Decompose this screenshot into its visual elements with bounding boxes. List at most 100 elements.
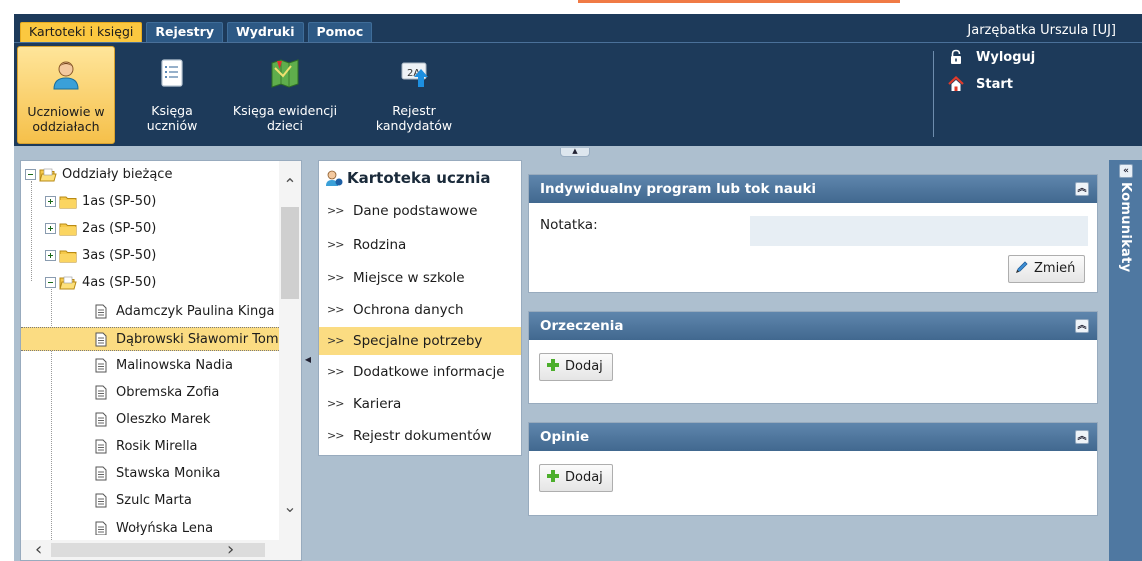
chevron-right-icon: >>: [327, 303, 344, 316]
ribbon-ksiega-ewidencji-label: Księga ewidencji dzieci: [232, 103, 338, 133]
scroll-left-icon[interactable]: ‹: [35, 540, 42, 560]
tree-class-2as[interactable]: 2as (SP-50): [45, 217, 156, 241]
tree-guide: [51, 277, 52, 542]
top-strip: [0, 0, 1142, 14]
candidate-register-icon: 2A: [401, 62, 428, 87]
tree-student-selected[interactable]: Dąbrowski Sławomir Tomasz: [21, 327, 300, 351]
collapse-panel-icon[interactable]: ︽: [1075, 319, 1089, 333]
dodaj-label: Dodaj: [565, 359, 603, 374]
menu-item-dane-podstawowe[interactable]: >> Dane podstawowe: [319, 197, 521, 225]
chevron-right-icon: >>: [327, 365, 344, 378]
logout-link[interactable]: Wyloguj: [948, 49, 1035, 65]
tree-student-label: Obremska Zofia: [116, 385, 220, 400]
panel-body: Dodaj: [529, 340, 1097, 403]
panel-header: Indywidualny program lub tok nauki ︽: [529, 175, 1097, 203]
tree-student-label: Adamczyk Paulina Kinga: [116, 304, 275, 319]
scroll-thumb[interactable]: [281, 207, 299, 299]
chevron-right-icon: >>: [327, 397, 344, 410]
menu-item-rodzina[interactable]: >> Rodzina: [319, 231, 521, 259]
tree-class-label: 3as (SP-50): [82, 248, 157, 263]
collapse-tree-toggle[interactable]: ◀: [304, 340, 312, 380]
tree-root-label: Oddziały bieżące: [62, 167, 173, 182]
start-label: Start: [976, 76, 1013, 92]
menu-item-rejestr-dokumentow[interactable]: >> Rejestr dokumentów: [319, 422, 521, 450]
pencil-icon: [1016, 261, 1028, 273]
book-list-icon: [161, 59, 183, 87]
tree-student[interactable]: Adamczyk Paulina Kinga: [95, 300, 275, 324]
folder-icon: [59, 250, 77, 262]
collapse-ribbon-toggle[interactable]: ▲: [560, 148, 590, 157]
tree-student[interactable]: Oleszko Marek: [95, 408, 210, 432]
tree-class-4as[interactable]: 4as (SP-50): [45, 271, 156, 295]
ribbon-rejestr-kandydatow-button[interactable]: 2A Rejestr kandydatów: [364, 43, 464, 147]
tree-student-label: Malinowska Nadia: [116, 358, 233, 373]
tree-root[interactable]: Oddziały bieżące: [25, 163, 172, 187]
tree-class-3as[interactable]: 3as (SP-50): [45, 244, 156, 268]
zmien-button[interactable]: Zmień: [1008, 255, 1086, 283]
note-field: [750, 216, 1088, 246]
panel-title: Indywidualny program lub tok nauki: [540, 181, 817, 197]
document-icon: [95, 521, 107, 535]
ribbon-ksiega-uczniow-button[interactable]: Księga uczniów: [131, 43, 213, 147]
tab-kartoteki[interactable]: Kartoteki i księgi: [20, 22, 143, 42]
scroll-right-icon[interactable]: ›: [227, 540, 234, 560]
menu-item-dodatkowe-informacje[interactable]: >> Dodatkowe informacje: [319, 358, 521, 386]
chevron-right-icon: >>: [327, 204, 344, 217]
collapse-panel-icon[interactable]: ︽: [1075, 430, 1089, 444]
expand-sidebar-icon[interactable]: «: [1119, 164, 1133, 178]
scroll-down-icon[interactable]: ⌄: [279, 497, 301, 516]
tab-pomoc[interactable]: Pomoc: [307, 22, 373, 42]
dodaj-opinie-button[interactable]: Dodaj: [539, 464, 613, 492]
ribbon-divider: [933, 51, 934, 137]
expand-icon[interactable]: [45, 250, 56, 261]
tree-student[interactable]: Rosik Mirella: [95, 435, 198, 459]
menu-title: Kartoteka ucznia: [325, 169, 491, 187]
panel-opinie: Opinie ︽ Dodaj: [528, 422, 1098, 516]
map-register-icon: [271, 59, 299, 88]
document-icon: [95, 385, 107, 400]
panel-header: Orzeczenia ︽: [529, 312, 1097, 340]
student-card-icon: [326, 170, 343, 186]
tree-student[interactable]: Szulc Marta: [95, 489, 192, 513]
tree-class-1as[interactable]: 1as (SP-50): [45, 190, 156, 214]
panel-title: Opinie: [540, 429, 590, 445]
accent-line: [578, 0, 900, 3]
collapse-icon[interactable]: [45, 277, 56, 288]
document-icon: [95, 304, 107, 319]
tab-rejestry[interactable]: Rejestry: [146, 22, 223, 42]
plus-icon: [547, 470, 559, 482]
expand-icon[interactable]: [45, 196, 56, 207]
menu-item-specjalne-potrzeby[interactable]: >> Specjalne potrzeby: [319, 327, 521, 355]
tree-guide: [31, 181, 32, 281]
tree-student[interactable]: Wołyńska Lena: [95, 521, 213, 535]
menu-item-ochrona-danych[interactable]: >> Ochrona danych: [319, 296, 521, 324]
document-icon: [95, 332, 107, 347]
start-link[interactable]: Start: [948, 76, 1013, 92]
ribbon-uczniowie-button[interactable]: Uczniowie w oddziałach: [17, 46, 115, 144]
dodaj-orzeczenie-button[interactable]: Dodaj: [539, 353, 613, 381]
panel-title: Orzeczenia: [540, 318, 624, 334]
dodaj-label: Dodaj: [565, 470, 603, 485]
chevron-right-icon: >>: [327, 271, 344, 284]
student-file-menu: Kartoteka ucznia >> Dane podstawowe >> Rod…: [318, 160, 522, 456]
document-icon: [95, 466, 107, 481]
collapse-icon[interactable]: [25, 169, 36, 180]
tree-vertical-scrollbar[interactable]: ⌃ ⌄: [279, 161, 301, 540]
document-icon: [95, 439, 107, 454]
ribbon-ksiega-ewidencji-button[interactable]: Księga ewidencji dzieci: [226, 43, 344, 147]
panel-body: Notatka: Zmień: [529, 203, 1097, 292]
tree-student[interactable]: Malinowska Nadia: [95, 354, 233, 378]
ribbon-rejestr-kandydatow-label: Rejestr kandydatów: [375, 103, 453, 133]
tree-student[interactable]: Stawska Monika: [95, 462, 220, 486]
messages-sidebar-label[interactable]: Komunikaty: [1118, 182, 1133, 272]
menu-item-miejsce-w-szkole[interactable]: >> Miejsce w szkole: [319, 264, 521, 292]
tab-wydruki[interactable]: Wydruki: [226, 22, 304, 42]
expand-icon[interactable]: [45, 223, 56, 234]
menu-item-kariera[interactable]: >> Kariera: [319, 390, 521, 418]
scroll-up-icon[interactable]: ⌃: [279, 175, 301, 194]
menu-item-label: Miejsce w szkole: [353, 270, 465, 286]
messages-sidebar[interactable]: « Komunikaty: [1109, 160, 1142, 561]
tree-horizontal-scrollbar[interactable]: ‹ ›: [21, 540, 301, 560]
collapse-panel-icon[interactable]: ︽: [1075, 182, 1089, 196]
tree-student[interactable]: Obremska Zofia: [95, 381, 219, 405]
